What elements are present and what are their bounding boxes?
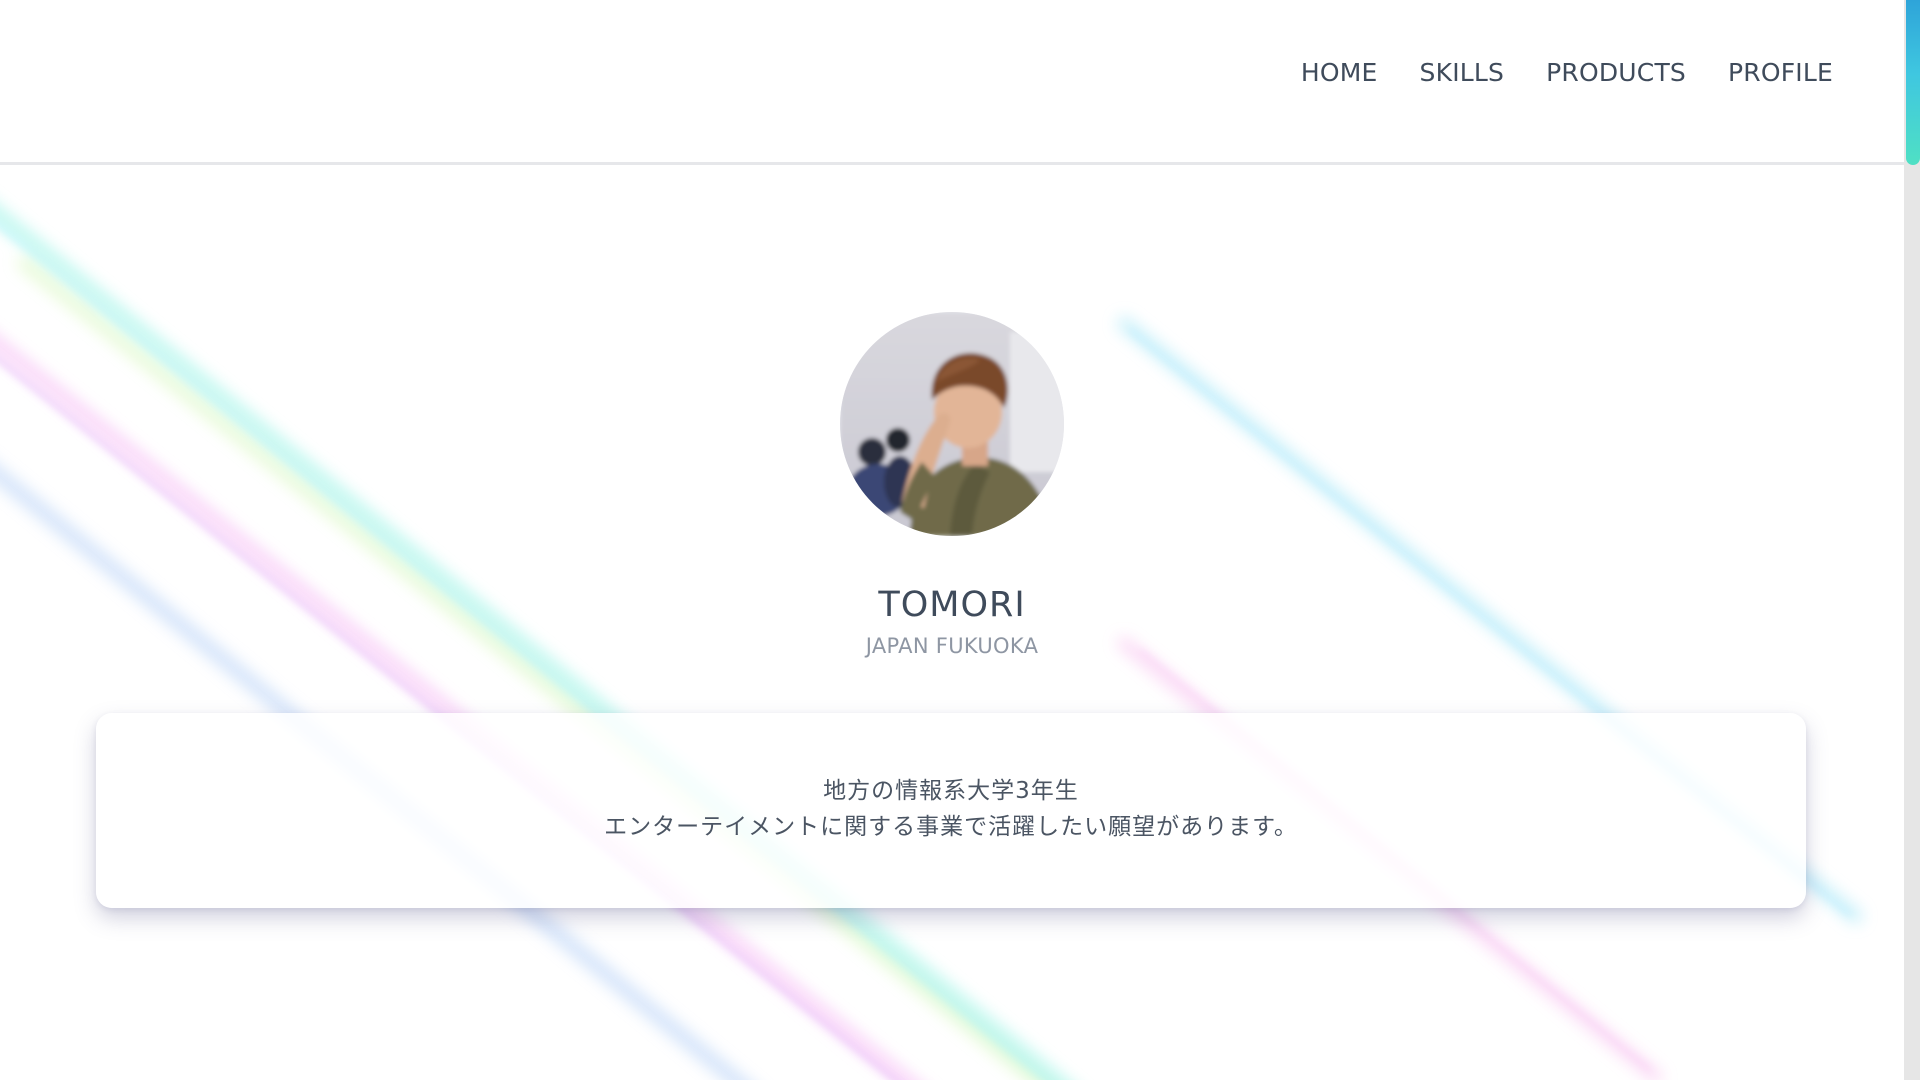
page: HOME SKILLS PRODUCTS PROFILE TOMORI JAPA… (0, 0, 1920, 1080)
viewport: HOME SKILLS PRODUCTS PROFILE TOMORI JAPA… (0, 0, 1904, 1080)
scrollbar[interactable] (1904, 0, 1920, 1080)
profile-section: TOMORI JAPAN FUKUOKA 地方の情報系大学3年生 エンターテイメ… (0, 165, 1904, 1080)
bio-card: 地方の情報系大学3年生 エンターテイメントに関する事業で活躍したい願望があります… (96, 713, 1806, 908)
nav-link-products[interactable]: PRODUCTS (1546, 60, 1686, 85)
bio-text: 地方の情報系大学3年生 エンターテイメントに関する事業で活躍したい願望があります… (96, 773, 1806, 845)
bio-line-2: エンターテイメントに関する事業で活躍したい願望があります。 (604, 814, 1298, 840)
main-nav: HOME SKILLS PRODUCTS PROFILE (1301, 60, 1833, 85)
profile-name: TOMORI (878, 585, 1026, 625)
profile-location: JAPAN FUKUOKA (865, 634, 1039, 658)
avatar (840, 312, 1064, 536)
nav-link-profile[interactable]: PROFILE (1728, 60, 1833, 85)
scrollbar-thumb[interactable] (1906, 0, 1920, 165)
site-header: HOME SKILLS PRODUCTS PROFILE (0, 0, 1904, 165)
profile-photo (840, 312, 1064, 536)
bio-line-1: 地方の情報系大学3年生 (823, 778, 1079, 804)
nav-link-home[interactable]: HOME (1301, 60, 1378, 85)
nav-link-skills[interactable]: SKILLS (1420, 60, 1505, 85)
